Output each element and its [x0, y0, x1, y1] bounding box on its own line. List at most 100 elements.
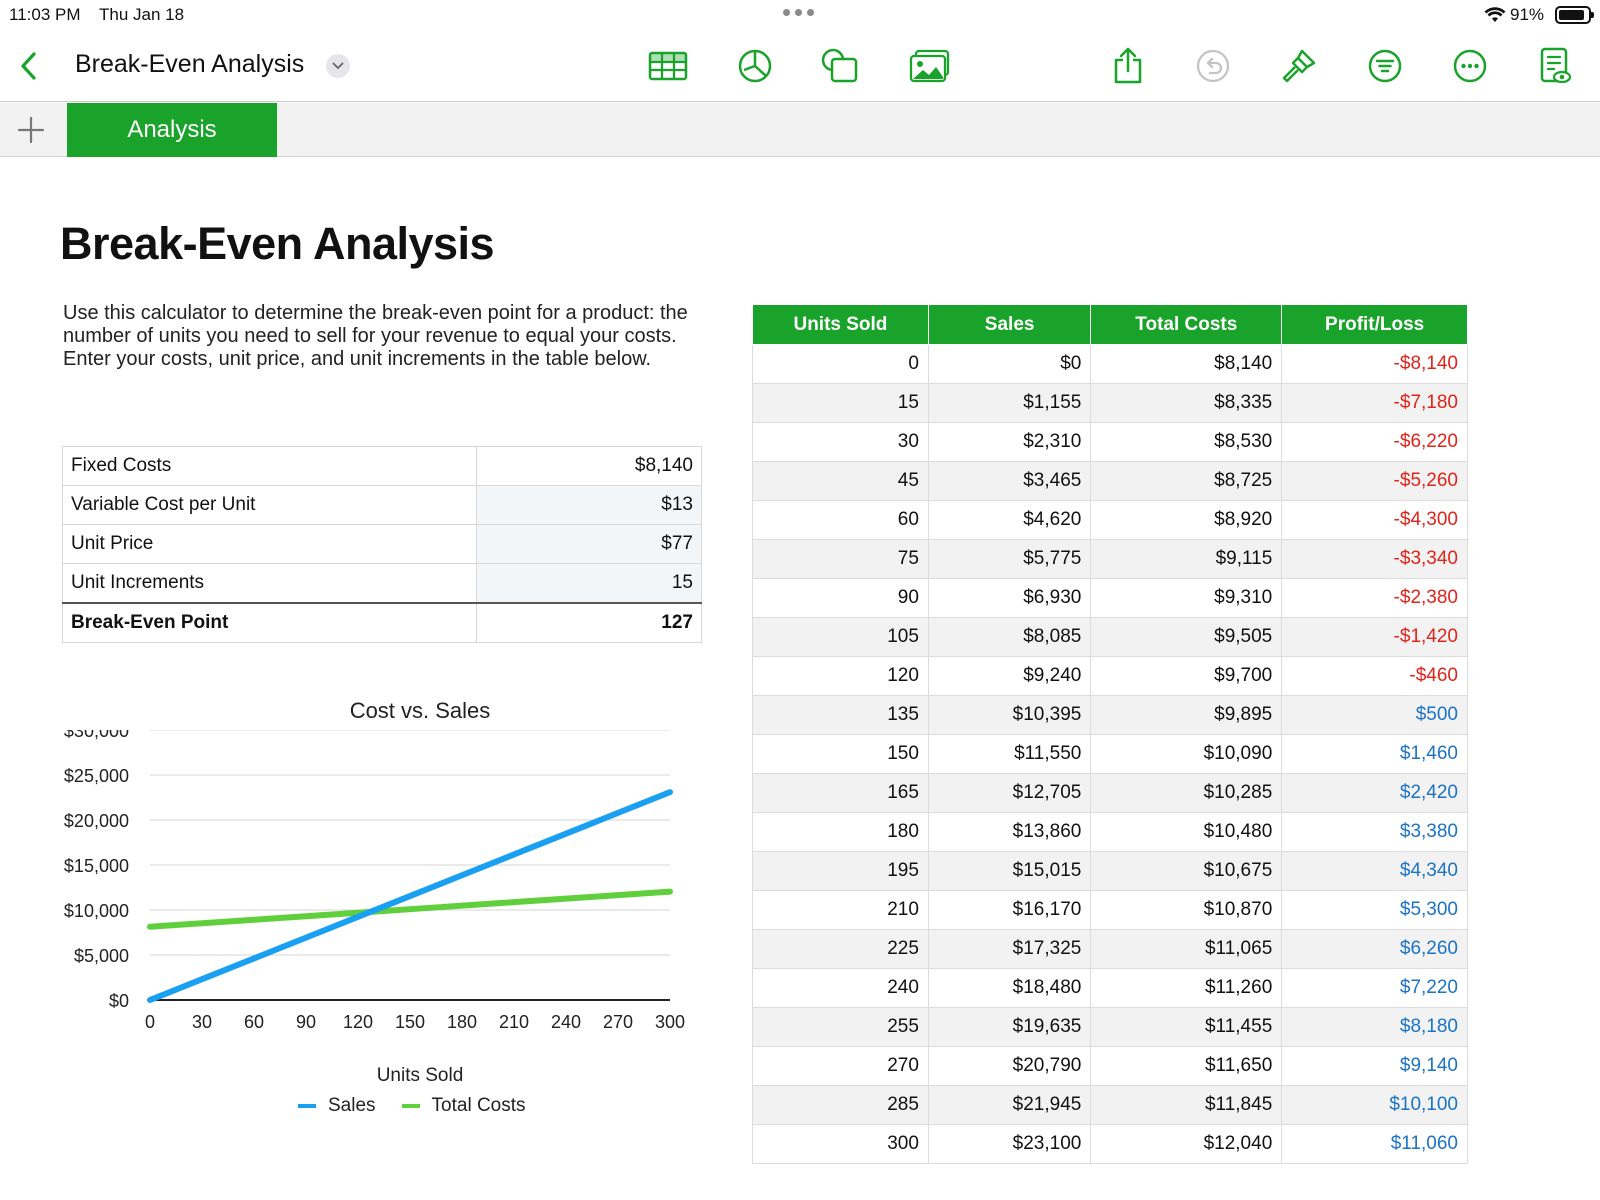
sales-cell[interactable]: $12,705 — [927, 773, 1092, 813]
total-costs-cell[interactable]: $12,040 — [1090, 1124, 1283, 1164]
units-sold-cell[interactable]: 240 — [752, 968, 929, 1008]
insert-media-button[interactable] — [908, 44, 952, 88]
profit-loss-cell[interactable]: $7,220 — [1281, 968, 1468, 1008]
total-costs-cell[interactable]: $9,700 — [1090, 656, 1283, 696]
units-sold-cell[interactable]: 60 — [752, 500, 929, 540]
units-sold-cell[interactable]: 165 — [752, 773, 929, 813]
total-costs-cell[interactable]: $10,675 — [1090, 851, 1283, 891]
unit-increments-cell[interactable]: 15 — [476, 563, 702, 603]
units-sold-cell[interactable]: 105 — [752, 617, 929, 657]
title-menu-button[interactable] — [326, 54, 350, 78]
insert-chart-button[interactable] — [733, 44, 777, 88]
total-costs-cell[interactable]: $9,895 — [1090, 695, 1283, 735]
sales-cell[interactable]: $11,550 — [927, 734, 1092, 774]
total-costs-cell[interactable]: $8,530 — [1090, 422, 1283, 462]
profit-loss-cell[interactable]: -$5,260 — [1281, 461, 1468, 501]
sales-cell[interactable]: $4,620 — [927, 500, 1092, 540]
profit-loss-cell[interactable]: $5,300 — [1281, 890, 1468, 930]
sales-cell[interactable]: $0 — [927, 344, 1092, 384]
profit-loss-cell[interactable]: $6,260 — [1281, 929, 1468, 969]
units-sold-cell[interactable]: 90 — [752, 578, 929, 618]
format-button[interactable] — [1277, 44, 1321, 88]
units-sold-cell[interactable]: 150 — [752, 734, 929, 774]
total-costs-cell[interactable]: $11,845 — [1090, 1085, 1283, 1125]
sales-cell[interactable]: $6,930 — [927, 578, 1092, 618]
total-costs-cell[interactable]: $9,310 — [1090, 578, 1283, 618]
profit-loss-cell[interactable]: -$460 — [1281, 656, 1468, 696]
break-even-value[interactable]: 127 — [476, 601, 702, 643]
insert-table-button[interactable] — [646, 44, 690, 88]
profit-loss-cell[interactable]: -$7,180 — [1281, 383, 1468, 423]
units-sold-cell[interactable]: 300 — [752, 1124, 929, 1164]
column-header[interactable]: Units Sold — [752, 304, 929, 345]
total-costs-cell[interactable]: $10,090 — [1090, 734, 1283, 774]
units-sold-cell[interactable]: 285 — [752, 1085, 929, 1125]
total-costs-cell[interactable]: $9,505 — [1090, 617, 1283, 657]
sales-cell[interactable]: $23,100 — [927, 1124, 1092, 1164]
insert-shape-button[interactable] — [818, 44, 862, 88]
sales-cell[interactable]: $5,775 — [927, 539, 1092, 579]
units-sold-cell[interactable]: 0 — [752, 344, 929, 384]
multitasking-dots-icon[interactable] — [783, 9, 814, 16]
units-sold-cell[interactable]: 255 — [752, 1007, 929, 1047]
sales-cell[interactable]: $10,395 — [927, 695, 1092, 735]
profit-loss-cell[interactable]: $4,340 — [1281, 851, 1468, 891]
back-button[interactable] — [6, 44, 50, 88]
total-costs-cell[interactable]: $10,870 — [1090, 890, 1283, 930]
sales-cell[interactable]: $16,170 — [927, 890, 1092, 930]
share-button[interactable] — [1106, 44, 1150, 88]
cost-vs-sales-chart[interactable]: $0 $5,000 $10,000 $15,000 $20,000 $25,000 $30,… — [50, 730, 730, 1056]
unit-price-cell[interactable]: $77 — [476, 524, 702, 564]
units-sold-cell[interactable]: 195 — [752, 851, 929, 891]
profit-loss-cell[interactable]: -$2,380 — [1281, 578, 1468, 618]
profit-loss-cell[interactable]: $1,460 — [1281, 734, 1468, 774]
total-costs-cell[interactable]: $11,455 — [1090, 1007, 1283, 1047]
units-sold-cell[interactable]: 30 — [752, 422, 929, 462]
total-costs-cell[interactable]: $8,725 — [1090, 461, 1283, 501]
fixed-costs-cell[interactable]: $8,140 — [476, 446, 702, 486]
profit-loss-cell[interactable]: $10,100 — [1281, 1085, 1468, 1125]
profit-loss-cell[interactable]: $3,380 — [1281, 812, 1468, 852]
column-header[interactable]: Profit/Loss — [1281, 304, 1468, 345]
column-header[interactable]: Sales — [927, 304, 1092, 345]
sales-cell[interactable]: $15,015 — [927, 851, 1092, 891]
profit-loss-cell[interactable]: $2,420 — [1281, 773, 1468, 813]
total-costs-cell[interactable]: $11,260 — [1090, 968, 1283, 1008]
profit-loss-cell[interactable]: -$8,140 — [1281, 344, 1468, 384]
total-costs-cell[interactable]: $11,065 — [1090, 929, 1283, 969]
sales-cell[interactable]: $8,085 — [927, 617, 1092, 657]
column-header[interactable]: Total Costs — [1090, 304, 1283, 345]
sales-cell[interactable]: $19,635 — [927, 1007, 1092, 1047]
profit-loss-cell[interactable]: -$6,220 — [1281, 422, 1468, 462]
sales-cell[interactable]: $9,240 — [927, 656, 1092, 696]
total-costs-cell[interactable]: $10,480 — [1090, 812, 1283, 852]
units-sold-cell[interactable]: 270 — [752, 1046, 929, 1086]
add-sheet-button[interactable] — [14, 113, 48, 147]
units-sold-cell[interactable]: 120 — [752, 656, 929, 696]
total-costs-cell[interactable]: $9,115 — [1090, 539, 1283, 579]
sales-cell[interactable]: $17,325 — [927, 929, 1092, 969]
profit-loss-cell[interactable]: -$3,340 — [1281, 539, 1468, 579]
profit-loss-cell[interactable]: $11,060 — [1281, 1124, 1468, 1164]
sales-cell[interactable]: $18,480 — [927, 968, 1092, 1008]
units-sold-cell[interactable]: 15 — [752, 383, 929, 423]
total-costs-cell[interactable]: $8,140 — [1090, 344, 1283, 384]
tab-analysis[interactable]: Analysis — [67, 103, 277, 157]
sales-cell[interactable]: $21,945 — [927, 1085, 1092, 1125]
units-sold-cell[interactable]: 225 — [752, 929, 929, 969]
total-costs-cell[interactable]: $11,650 — [1090, 1046, 1283, 1086]
profit-loss-cell[interactable]: -$1,420 — [1281, 617, 1468, 657]
sales-cell[interactable]: $20,790 — [927, 1046, 1092, 1086]
sales-cell[interactable]: $2,310 — [927, 422, 1092, 462]
undo-button[interactable] — [1191, 44, 1235, 88]
more-button[interactable] — [1448, 44, 1492, 88]
units-sold-cell[interactable]: 75 — [752, 539, 929, 579]
total-costs-cell[interactable]: $10,285 — [1090, 773, 1283, 813]
profit-loss-cell[interactable]: $9,140 — [1281, 1046, 1468, 1086]
variable-cost-cell[interactable]: $13 — [476, 485, 702, 525]
total-costs-cell[interactable]: $8,335 — [1090, 383, 1283, 423]
reading-view-button[interactable] — [1533, 44, 1577, 88]
sales-cell[interactable]: $13,860 — [927, 812, 1092, 852]
organize-button[interactable] — [1363, 44, 1407, 88]
profit-loss-cell[interactable]: -$4,300 — [1281, 500, 1468, 540]
